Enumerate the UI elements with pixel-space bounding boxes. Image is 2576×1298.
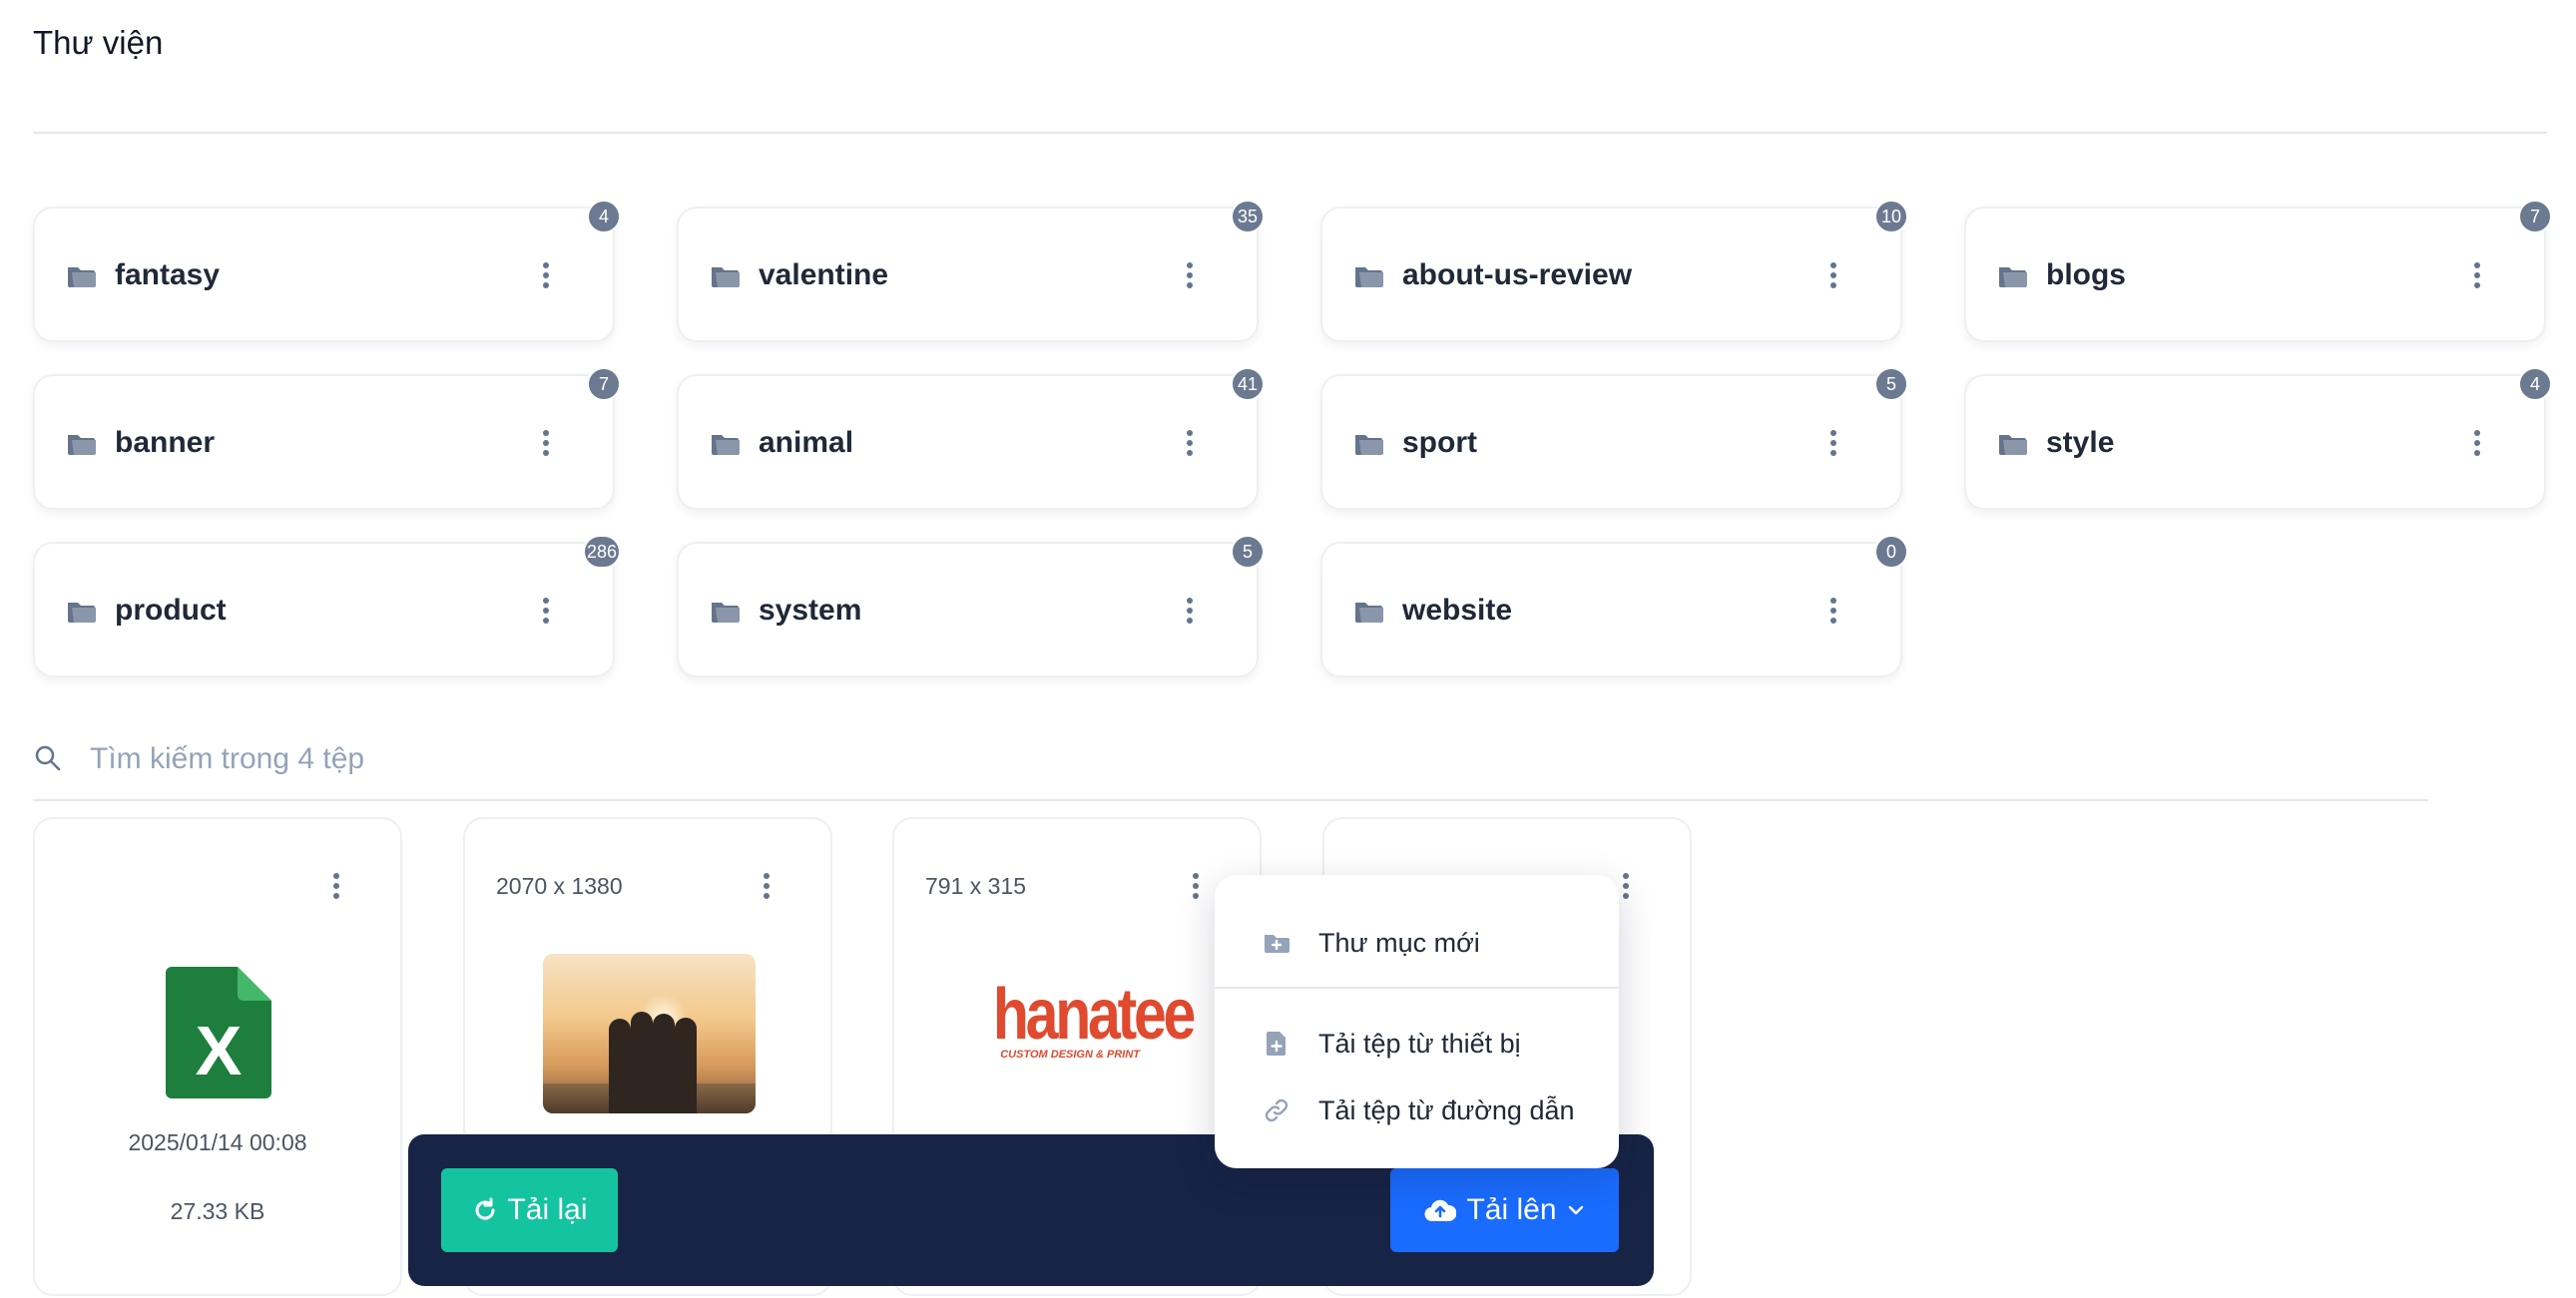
image-dimensions: 2070 x 1380 xyxy=(496,873,623,899)
chevron-down-icon xyxy=(1568,1205,1583,1215)
folder-card[interactable]: animal 41 xyxy=(677,367,1265,510)
folder-card[interactable]: valentine 35 xyxy=(677,200,1265,342)
folder-icon xyxy=(1355,267,1383,287)
logo-text: hanatee xyxy=(992,975,1196,1055)
folder-grid: fantasy 4 valentine 35 about-us-review 1… xyxy=(33,200,2552,677)
folder-name: website xyxy=(1402,594,1513,627)
upload-button[interactable]: Tải lên xyxy=(1390,1168,1619,1252)
folder-name: system xyxy=(759,594,862,627)
file-count-badge: 10 xyxy=(1874,200,1908,233)
file-plus-icon xyxy=(1267,1032,1286,1056)
more-options-icon[interactable] xyxy=(1829,430,1837,456)
menu-item-label: Tải tệp từ đường dẫn xyxy=(1318,1094,1575,1125)
menu-item-upload-device[interactable]: Tải tệp từ thiết bị xyxy=(1215,1014,1619,1074)
refresh-icon xyxy=(475,1197,495,1220)
more-options-icon[interactable] xyxy=(542,262,550,288)
more-options-icon[interactable] xyxy=(2473,430,2481,456)
file-count-badge: 4 xyxy=(587,200,621,233)
cloud-upload-icon xyxy=(1424,1199,1457,1222)
more-options-icon[interactable] xyxy=(542,598,550,624)
more-options-icon[interactable] xyxy=(1186,262,1194,288)
file-count-badge: 5 xyxy=(1874,367,1908,401)
folder-icon xyxy=(1355,435,1383,455)
file-count-badge: 7 xyxy=(2518,200,2552,233)
file-card[interactable]: X 2025/01/14 00:08 27.33 KB xyxy=(33,817,402,1296)
file-date: 2025/01/14 00:08 xyxy=(128,1129,307,1155)
more-options-icon[interactable] xyxy=(1186,598,1194,624)
file-search xyxy=(33,733,2428,801)
image-dimensions: 791 x 315 xyxy=(925,873,1027,899)
more-options-icon[interactable] xyxy=(1192,873,1200,899)
search-input[interactable] xyxy=(88,733,1589,785)
folder-card[interactable]: style 4 xyxy=(1964,367,2552,510)
page-title: Thư viện xyxy=(33,24,164,61)
folder-icon xyxy=(68,603,96,623)
folder-name: about-us-review xyxy=(1402,258,1633,291)
menu-item-new-folder[interactable]: Thư mục mới xyxy=(1215,913,1619,973)
hanatee-logo-thumbnail: hanatee CUSTOM DESIGN & PRINT xyxy=(974,975,1196,1088)
file-count-badge: 0 xyxy=(1874,535,1908,569)
folder-card[interactable]: sport 5 xyxy=(1320,367,1908,510)
file-count-badge: 4 xyxy=(2518,367,2552,401)
search-icon xyxy=(35,745,61,771)
more-options-icon[interactable] xyxy=(1622,873,1630,899)
more-options-icon[interactable] xyxy=(1186,430,1194,456)
reload-button[interactable]: Tải lại xyxy=(441,1168,618,1252)
folder-icon xyxy=(68,267,96,287)
svg-text:X: X xyxy=(196,1012,243,1089)
folder-card[interactable]: blogs 7 xyxy=(1964,200,2552,342)
folder-name: blogs xyxy=(2046,258,2126,291)
file-size: 27.33 KB xyxy=(170,1198,265,1224)
folder-name: animal xyxy=(759,426,854,459)
more-options-icon[interactable] xyxy=(1829,598,1837,624)
folder-card[interactable]: about-us-review 10 xyxy=(1320,200,1908,342)
folder-icon xyxy=(68,435,96,455)
folder-icon xyxy=(712,603,740,623)
folder-card[interactable]: website 0 xyxy=(1320,535,1908,677)
folder-icon xyxy=(712,435,740,455)
folder-name: valentine xyxy=(759,258,889,291)
upload-dropdown-menu: Thư mục mới Tải tệp từ thiết bị Tải tệp … xyxy=(1215,875,1619,1168)
more-options-icon[interactable] xyxy=(542,430,550,456)
more-options-icon[interactable] xyxy=(332,873,340,899)
more-options-icon[interactable] xyxy=(763,873,771,899)
folder-name: product xyxy=(115,594,227,627)
more-options-icon[interactable] xyxy=(1829,262,1837,288)
folder-name: style xyxy=(2046,426,2115,459)
folder-card[interactable]: banner 7 xyxy=(33,367,621,510)
folder-name: sport xyxy=(1402,426,1477,459)
image-thumbnail xyxy=(543,954,756,1113)
upload-label: Tải lên xyxy=(1466,1193,1557,1226)
file-count-badge: 41 xyxy=(1231,367,1265,401)
file-count-badge: 7 xyxy=(587,367,621,401)
folder-card[interactable]: system 5 xyxy=(677,535,1265,677)
folder-card[interactable]: fantasy 4 xyxy=(33,200,621,342)
menu-divider xyxy=(1215,987,1619,989)
folder-plus-icon xyxy=(1265,935,1289,953)
folder-icon xyxy=(1355,603,1383,623)
link-icon xyxy=(1265,1098,1288,1122)
menu-item-upload-url[interactable]: Tải tệp từ đường dẫn xyxy=(1215,1081,1619,1140)
folder-icon xyxy=(1999,435,2027,455)
file-count-badge: 35 xyxy=(1231,200,1265,233)
menu-item-label: Thư mục mới xyxy=(1318,927,1480,958)
menu-item-label: Tải tệp từ thiết bị xyxy=(1318,1028,1521,1059)
folder-name: banner xyxy=(115,426,216,459)
folder-icon xyxy=(712,267,740,287)
more-options-icon[interactable] xyxy=(2473,262,2481,288)
file-count-badge: 286 xyxy=(582,535,621,569)
file-count-badge: 5 xyxy=(1231,535,1265,569)
folder-card[interactable]: product 286 xyxy=(33,535,621,677)
folder-icon xyxy=(1999,267,2027,287)
folder-name: fantasy xyxy=(115,258,221,291)
header-divider xyxy=(33,132,2547,134)
reload-label: Tải lại xyxy=(507,1193,588,1226)
excel-file-icon: X xyxy=(166,967,271,1098)
